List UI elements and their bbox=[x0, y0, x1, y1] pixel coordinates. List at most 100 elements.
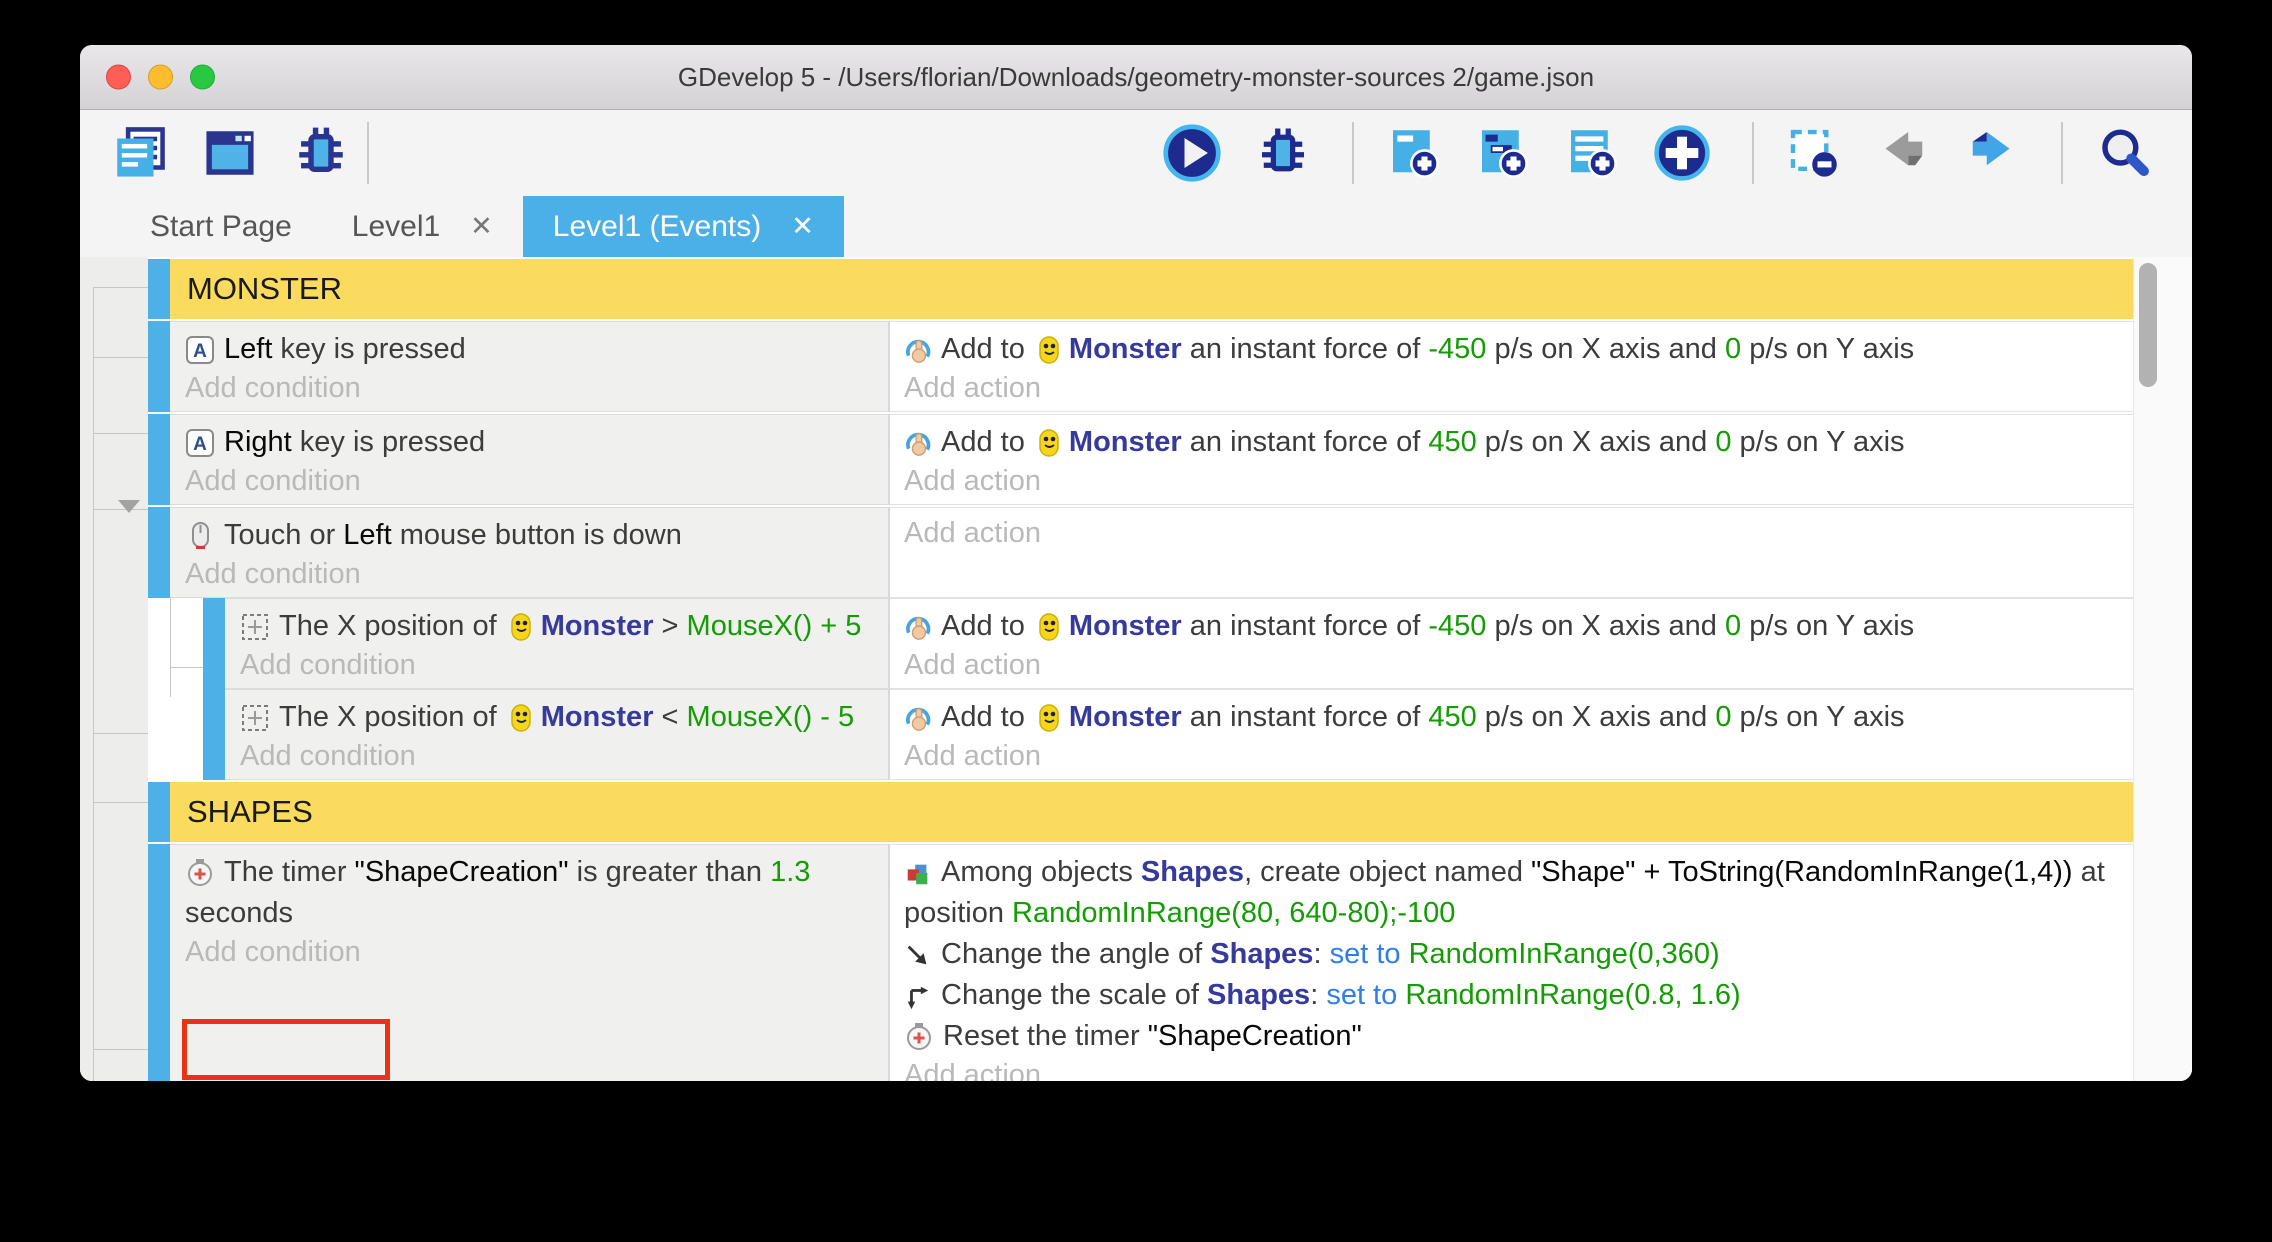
play-button[interactable] bbox=[1162, 123, 1231, 183]
zoom-button[interactable] bbox=[190, 65, 215, 90]
event-color-bar[interactable] bbox=[148, 259, 170, 319]
event-group-monster[interactable]: MONSTER bbox=[148, 259, 2133, 319]
tree-connector bbox=[93, 357, 148, 358]
tree-connector bbox=[93, 733, 148, 734]
tab-level1[interactable]: Level1 ✕ bbox=[322, 196, 523, 257]
add-action-button[interactable]: Add action bbox=[904, 463, 2121, 499]
position-icon bbox=[240, 612, 270, 642]
add-condition-button[interactable]: Add condition bbox=[240, 647, 876, 683]
debugger-button[interactable] bbox=[292, 124, 359, 182]
search-button[interactable] bbox=[2095, 124, 2162, 182]
tab-start-page[interactable]: Start Page bbox=[120, 196, 322, 257]
monster-object-icon bbox=[1036, 335, 1062, 365]
minimize-button[interactable] bbox=[148, 65, 173, 90]
events-list: MONSTER ALeft key is pressed Add conditi… bbox=[148, 259, 2133, 1081]
add-sub-event-icon bbox=[1475, 125, 1531, 181]
force-hand-icon bbox=[904, 705, 932, 733]
group-title[interactable]: MONSTER bbox=[170, 259, 2133, 319]
window-title: GDevelop 5 - /Users/florian/Downloads/ge… bbox=[678, 62, 1594, 93]
event-color-bar[interactable] bbox=[148, 782, 170, 842]
toolbar-divider bbox=[367, 122, 369, 184]
actions-cell[interactable]: Add to Monster an instant force of -450 … bbox=[890, 598, 2133, 689]
actions-cell[interactable]: Add to Monster an instant force of 450 p… bbox=[890, 689, 2133, 780]
event-color-bar[interactable] bbox=[148, 844, 170, 1081]
toolbar-divider bbox=[1352, 122, 1354, 184]
plus-circle-icon bbox=[1653, 124, 1711, 182]
remove-event-icon bbox=[1786, 125, 1842, 181]
add-condition-button[interactable]: Add condition bbox=[185, 934, 876, 970]
conditions-cell[interactable]: The X position of Monster > MouseX() + 5… bbox=[225, 598, 890, 689]
vertical-scrollbar[interactable] bbox=[2133, 257, 2192, 1081]
monster-object-icon bbox=[1036, 703, 1062, 733]
event-color-bar[interactable] bbox=[148, 321, 170, 412]
tree-connector bbox=[93, 287, 148, 288]
create-object-icon bbox=[904, 860, 932, 888]
project-manager-button[interactable] bbox=[110, 124, 177, 182]
tab-level1-events[interactable]: Level1 (Events)✕ bbox=[523, 196, 844, 257]
add-condition-button[interactable]: Add condition bbox=[185, 370, 876, 406]
event-color-bar[interactable] bbox=[203, 598, 225, 689]
event-row: Touch or Left mouse button is down Add c… bbox=[148, 507, 2133, 598]
event-row: The timer "ShapeCreation" is greater tha… bbox=[148, 844, 2133, 1081]
conditions-cell[interactable]: ARight key is pressed Add condition bbox=[170, 414, 890, 505]
add-action-button[interactable]: Add action bbox=[904, 738, 2121, 774]
force-hand-icon bbox=[904, 337, 932, 365]
svg-text:A: A bbox=[193, 434, 207, 455]
tab-bar: Start Page Level1 ✕ Level1 (Events)✕ bbox=[80, 196, 2192, 257]
actions-cell[interactable]: Add to Monster an instant force of -450 … bbox=[890, 321, 2133, 412]
timer-icon bbox=[904, 1022, 934, 1052]
add-condition-button[interactable]: Add condition bbox=[185, 463, 876, 499]
group-title[interactable]: SHAPES bbox=[170, 782, 2133, 842]
debug-run-button[interactable] bbox=[1255, 125, 1320, 181]
collapse-arrow-icon[interactable] bbox=[118, 500, 140, 513]
sub-event-row: The X position of Monster < MouseX() - 5… bbox=[203, 689, 2133, 780]
conditions-cell[interactable]: ALeft key is pressed Add condition bbox=[170, 321, 890, 412]
sub-event-row: The X position of Monster > MouseX() + 5… bbox=[203, 598, 2133, 689]
close-icon[interactable]: ✕ bbox=[791, 211, 814, 242]
scene-window-icon bbox=[201, 124, 259, 182]
add-action-button[interactable]: Add action bbox=[904, 647, 2121, 683]
tab-label: Level1 bbox=[352, 210, 440, 244]
redo-button[interactable] bbox=[1964, 125, 2029, 181]
force-hand-icon bbox=[904, 430, 932, 458]
timer-icon bbox=[185, 858, 215, 888]
angle-icon bbox=[904, 942, 932, 970]
events-sheet: MONSTER ALeft key is pressed Add conditi… bbox=[80, 257, 2192, 1081]
monster-object-icon bbox=[1036, 612, 1062, 642]
event-row: ARight key is pressed Add condition Add … bbox=[148, 414, 2133, 505]
add-event-button[interactable] bbox=[1386, 125, 1451, 181]
mouse-icon bbox=[185, 521, 215, 551]
event-color-bar[interactable] bbox=[148, 414, 170, 505]
undo-button[interactable] bbox=[1875, 125, 1940, 181]
main-toolbar bbox=[80, 110, 2192, 196]
event-color-bar[interactable] bbox=[148, 507, 170, 598]
bug-icon bbox=[292, 124, 350, 182]
add-action-button[interactable]: Add action bbox=[904, 1057, 2121, 1081]
close-button[interactable] bbox=[106, 65, 131, 90]
redo-icon bbox=[1964, 125, 2020, 181]
tree-connector bbox=[93, 802, 148, 803]
add-action-button[interactable]: Add action bbox=[904, 515, 2121, 551]
close-icon[interactable]: ✕ bbox=[470, 211, 493, 242]
bug-icon bbox=[1255, 125, 1311, 181]
add-condition-button[interactable]: Add condition bbox=[185, 556, 876, 592]
actions-cell[interactable]: Add action bbox=[890, 507, 2133, 598]
actions-cell[interactable]: Add to Monster an instant force of 450 p… bbox=[890, 414, 2133, 505]
event-group-shapes[interactable]: SHAPES bbox=[148, 782, 2133, 842]
add-new-button[interactable] bbox=[1653, 124, 1720, 182]
conditions-cell[interactable]: Touch or Left mouse button is down Add c… bbox=[170, 507, 890, 598]
conditions-cell[interactable]: The X position of Monster < MouseX() - 5… bbox=[225, 689, 890, 780]
add-action-button[interactable]: Add action bbox=[904, 370, 2121, 406]
add-sub-event-button[interactable] bbox=[1475, 125, 1540, 181]
event-color-bar[interactable] bbox=[203, 689, 225, 780]
traffic-lights bbox=[106, 65, 215, 90]
title-bar: GDevelop 5 - /Users/florian/Downloads/ge… bbox=[80, 45, 2192, 110]
add-event-icon bbox=[1386, 125, 1442, 181]
remove-event-button[interactable] bbox=[1786, 125, 1851, 181]
add-condition-button[interactable]: Add condition bbox=[240, 738, 876, 774]
scene-window-button[interactable] bbox=[201, 124, 268, 182]
actions-cell[interactable]: Among objects Shapes, create object name… bbox=[890, 844, 2133, 1081]
keyboard-icon: A bbox=[185, 428, 215, 458]
scrollbar-thumb[interactable] bbox=[2139, 263, 2157, 387]
add-comment-button[interactable] bbox=[1564, 125, 1629, 181]
